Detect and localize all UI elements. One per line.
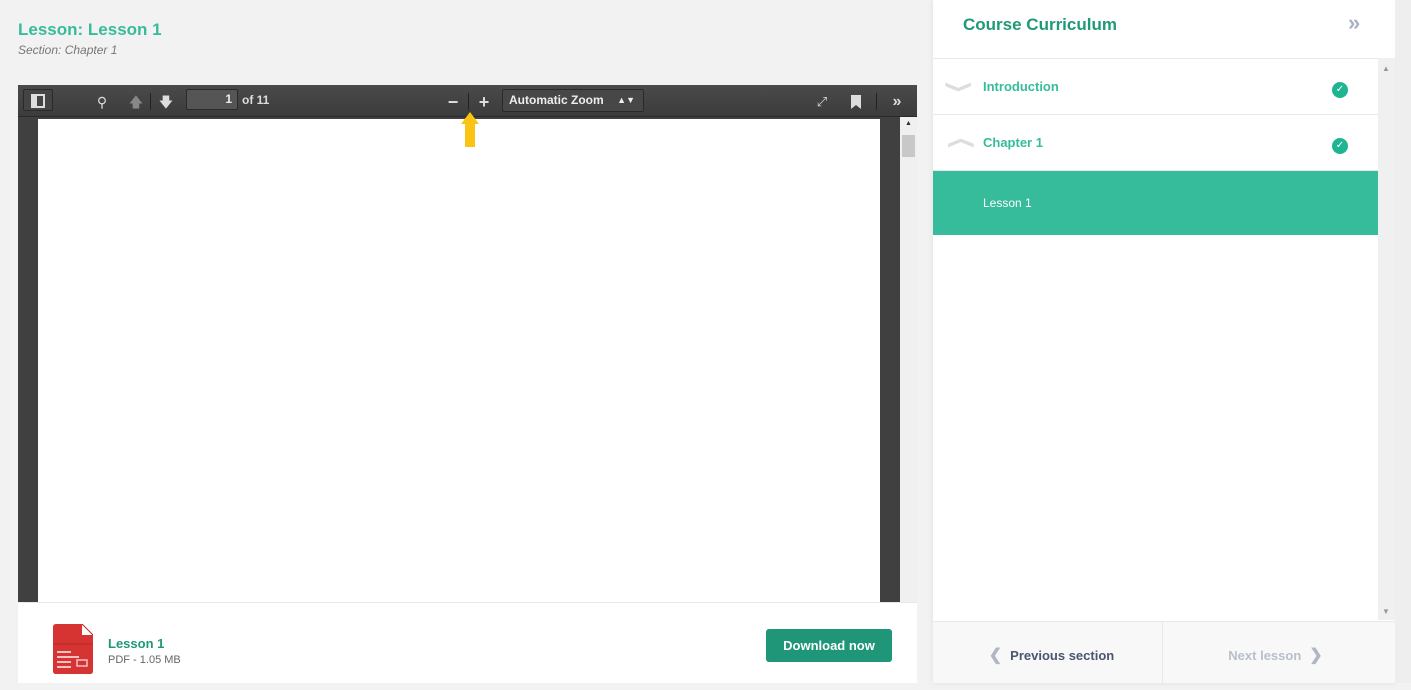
pdf-page	[38, 119, 880, 602]
file-footer: Lesson 1 PDF - 1.05 MB Download now	[18, 602, 917, 683]
sidebar-toggle-icon	[31, 94, 45, 108]
zoom-select[interactable]: Automatic Zoom ▲▼	[502, 89, 644, 112]
zoom-out-button[interactable]: −	[443, 91, 463, 113]
pdf-file-icon	[53, 624, 93, 674]
section-name: Chapter 1	[983, 135, 1043, 150]
select-arrows-icon: ▲▼	[617, 95, 635, 105]
lesson-title: Lesson: Lesson 1	[18, 20, 162, 39]
page-count: of 11	[242, 93, 270, 107]
section-chapter-1[interactable]: ❯ Chapter 1 ✓	[933, 115, 1378, 171]
scroll-up-icon[interactable]: ▲	[1382, 64, 1390, 73]
annotation-arrow-shaft	[465, 123, 475, 147]
collapse-panel-button[interactable]: »	[1348, 10, 1360, 36]
chevron-left-icon: ❮	[988, 647, 1003, 664]
pdf-viewer: ⚲ 🡅 🡇 1 of 11 − + Automatic Zoom ▲▼ ⤢ » ▲	[18, 85, 917, 602]
lesson-item-active[interactable]: Lesson 1	[933, 171, 1378, 235]
previous-section-label: Previous section	[1010, 648, 1115, 663]
file-name: Lesson 1	[108, 636, 165, 651]
chevron-right-icon: ❯	[1309, 647, 1323, 664]
search-button[interactable]: ⚲	[92, 91, 112, 113]
curriculum-scrollbar[interactable]: ▲ ▼	[1378, 58, 1395, 620]
fullscreen-icon: ⤢	[816, 94, 828, 109]
section-introduction[interactable]: ❯ Introduction ✓	[933, 59, 1378, 115]
tools-button[interactable]: »	[885, 91, 909, 113]
curriculum-title: Course Curriculum	[963, 15, 1117, 34]
sidebar-toggle-button[interactable]	[23, 89, 53, 111]
bookmark-icon	[851, 95, 861, 109]
scroll-up-icon[interactable]: ▲	[905, 120, 912, 127]
page-number-input[interactable]: 1	[186, 89, 238, 110]
bookmark-button[interactable]	[846, 91, 866, 113]
completed-check-icon: ✓	[1332, 138, 1348, 154]
tools-icon: »	[892, 93, 902, 110]
zoom-in-button[interactable]: +	[474, 91, 494, 113]
file-meta: PDF - 1.05 MB	[108, 654, 181, 666]
download-button[interactable]: Download now	[766, 629, 892, 662]
previous-page-icon: 🡅	[128, 94, 144, 110]
section-subtitle: Section: Chapter 1	[18, 43, 118, 57]
divider	[876, 93, 877, 110]
section-name: Introduction	[983, 79, 1059, 94]
fullscreen-button[interactable]: ⤢	[812, 91, 832, 113]
divider	[150, 93, 151, 110]
zoom-in-icon: +	[478, 92, 490, 112]
curriculum-panel: Course Curriculum » ❯ Introduction ✓ ❯ C…	[933, 0, 1395, 684]
zoom-select-value: Automatic Zoom	[509, 93, 604, 107]
page-margin	[1395, 0, 1411, 683]
search-icon: ⚲	[96, 94, 108, 110]
viewer-scrollbar[interactable]: ▲	[900, 117, 917, 602]
scrollbar-thumb[interactable]	[902, 135, 915, 157]
previous-page-button[interactable]: 🡅	[126, 91, 146, 113]
divider	[468, 93, 469, 110]
next-lesson-button[interactable]: Next lesson ❯	[1164, 622, 1395, 684]
next-page-icon: 🡇	[158, 94, 174, 110]
lesson-navigation: ❮ Previous section Next lesson ❯	[933, 621, 1395, 684]
previous-section-button[interactable]: ❮ Previous section	[933, 622, 1163, 684]
zoom-out-icon: −	[447, 92, 459, 112]
chevron-down-icon: ❯	[945, 80, 973, 94]
double-chevron-right-icon: »	[1348, 10, 1361, 35]
next-page-button[interactable]: 🡇	[156, 91, 176, 113]
curriculum-list: ❯ Introduction ✓ ❯ Chapter 1 ✓ Lesson 1	[933, 58, 1378, 620]
next-lesson-label: Next lesson	[1228, 648, 1302, 663]
scroll-down-icon[interactable]: ▼	[1382, 607, 1390, 616]
completed-check-icon: ✓	[1332, 82, 1348, 98]
chevron-up-icon: ❯	[946, 136, 975, 150]
